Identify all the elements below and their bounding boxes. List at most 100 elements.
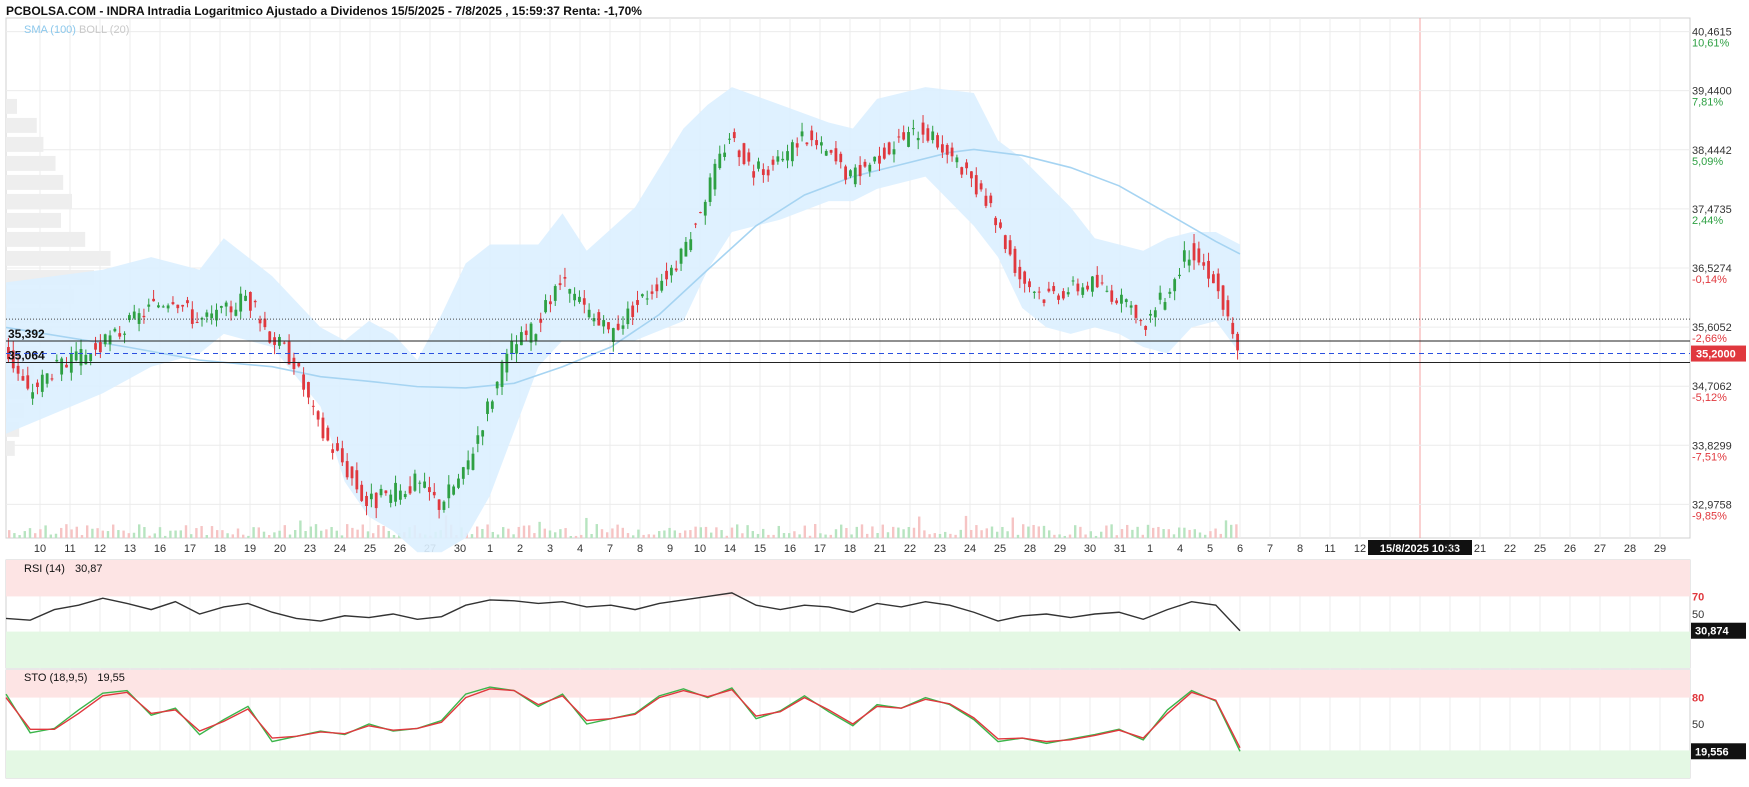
volume-bar bbox=[1068, 534, 1072, 538]
candle-body bbox=[1100, 282, 1104, 284]
level-label: 35,392 bbox=[8, 327, 45, 341]
volume-bar bbox=[912, 527, 916, 538]
candle-body bbox=[578, 296, 581, 302]
x-tick-label: 8 bbox=[1297, 543, 1303, 555]
volume-bar bbox=[1120, 529, 1124, 538]
candle-body bbox=[36, 382, 39, 387]
x-tick-label: 4 bbox=[1177, 543, 1183, 555]
candle-body bbox=[582, 298, 586, 305]
candle-body bbox=[481, 430, 485, 437]
volume-bar bbox=[476, 526, 479, 538]
volume-bar bbox=[1235, 524, 1238, 538]
y-pct-label: -2,66% bbox=[1692, 333, 1727, 345]
candle-body bbox=[713, 163, 717, 190]
candle-body bbox=[94, 343, 97, 350]
candle-body bbox=[868, 164, 872, 172]
volume-bar bbox=[340, 535, 344, 538]
candle-body bbox=[316, 411, 320, 420]
candle-body bbox=[873, 156, 877, 162]
x-tick-label: 31 bbox=[1114, 543, 1126, 555]
y-pct-label: -9,85% bbox=[1692, 510, 1727, 522]
volume-bar bbox=[959, 529, 962, 538]
candle-body bbox=[60, 358, 64, 375]
volume-profile-bar bbox=[6, 136, 44, 152]
volume-bar bbox=[44, 525, 47, 538]
candle-body bbox=[1057, 295, 1060, 300]
candle-body bbox=[1032, 291, 1036, 293]
volume-bar bbox=[392, 534, 396, 538]
overbought-zone bbox=[6, 670, 1690, 698]
volume-bar bbox=[70, 529, 73, 538]
rsi-label: RSI (14) 30,87 bbox=[24, 563, 103, 575]
osc-mid-label: 50 bbox=[1692, 719, 1704, 731]
rsi-line bbox=[5, 592, 1241, 632]
volume-bar bbox=[876, 533, 879, 538]
candle-body bbox=[728, 138, 731, 140]
volume-bar bbox=[1074, 525, 1077, 538]
volume-bar bbox=[528, 525, 531, 538]
x-tick-label: 7 bbox=[607, 543, 613, 555]
volume-bar bbox=[91, 528, 94, 538]
candle-body bbox=[123, 333, 126, 335]
candle-body bbox=[103, 334, 107, 345]
candle-body bbox=[645, 298, 649, 300]
x-tick-label: 23 bbox=[304, 543, 316, 555]
candle-body bbox=[926, 128, 930, 141]
volume-bar bbox=[829, 534, 832, 538]
candle-body bbox=[292, 357, 296, 370]
candle-body bbox=[650, 291, 654, 294]
osc-last-value: 19,556 bbox=[1695, 746, 1729, 758]
y-pct-label: -0,14% bbox=[1692, 274, 1727, 286]
candle-body bbox=[849, 170, 852, 177]
candle-body bbox=[931, 131, 935, 141]
volume-bar bbox=[179, 530, 182, 538]
volume-bar bbox=[585, 517, 588, 538]
candle-body bbox=[152, 298, 155, 302]
volume-bar bbox=[13, 533, 16, 538]
volume-bar bbox=[990, 526, 994, 538]
candle-body bbox=[510, 340, 514, 354]
candle-body bbox=[1211, 274, 1215, 284]
candle-body bbox=[442, 501, 446, 510]
candle-body bbox=[374, 492, 378, 509]
volume-bar bbox=[559, 529, 562, 538]
y-pct-label: 5,09% bbox=[1692, 156, 1723, 168]
x-tick-label: 18 bbox=[844, 543, 856, 555]
volume-bar bbox=[710, 532, 713, 538]
candle-body bbox=[1192, 243, 1196, 261]
volume-profile-bar bbox=[6, 231, 86, 247]
candle-body bbox=[326, 427, 330, 441]
candle-body bbox=[761, 169, 765, 175]
x-tick-label: 16 bbox=[154, 543, 166, 555]
volume-bar bbox=[491, 531, 494, 538]
volume-bar bbox=[18, 535, 21, 538]
candle-body bbox=[805, 142, 809, 145]
volume-bar bbox=[169, 530, 172, 538]
candle-body bbox=[718, 153, 722, 169]
candle-body bbox=[234, 309, 238, 316]
candle-body bbox=[882, 147, 886, 159]
level-label: 35,064 bbox=[8, 348, 45, 362]
volume-bar bbox=[257, 527, 260, 538]
candle-body bbox=[89, 354, 93, 362]
candle-body bbox=[355, 470, 359, 490]
volume-bar bbox=[49, 534, 52, 538]
candle-body bbox=[1037, 291, 1041, 293]
volume-bar bbox=[1136, 526, 1139, 538]
candle-body bbox=[921, 122, 925, 135]
candle-body bbox=[302, 374, 306, 390]
volume-bar bbox=[996, 531, 999, 538]
candle-body bbox=[331, 449, 335, 453]
volume-bar bbox=[158, 527, 162, 538]
candle-body bbox=[519, 332, 523, 346]
candle-body bbox=[636, 300, 639, 305]
candle-body bbox=[824, 150, 828, 156]
overbought-zone bbox=[6, 560, 1690, 597]
y-pct-label: -7,51% bbox=[1692, 451, 1727, 463]
volume-bar bbox=[928, 534, 931, 538]
candle-body bbox=[369, 493, 373, 500]
volume-bar bbox=[106, 531, 110, 538]
candle-body bbox=[795, 143, 799, 148]
volume-bar bbox=[1230, 524, 1233, 538]
candle-body bbox=[418, 482, 422, 484]
